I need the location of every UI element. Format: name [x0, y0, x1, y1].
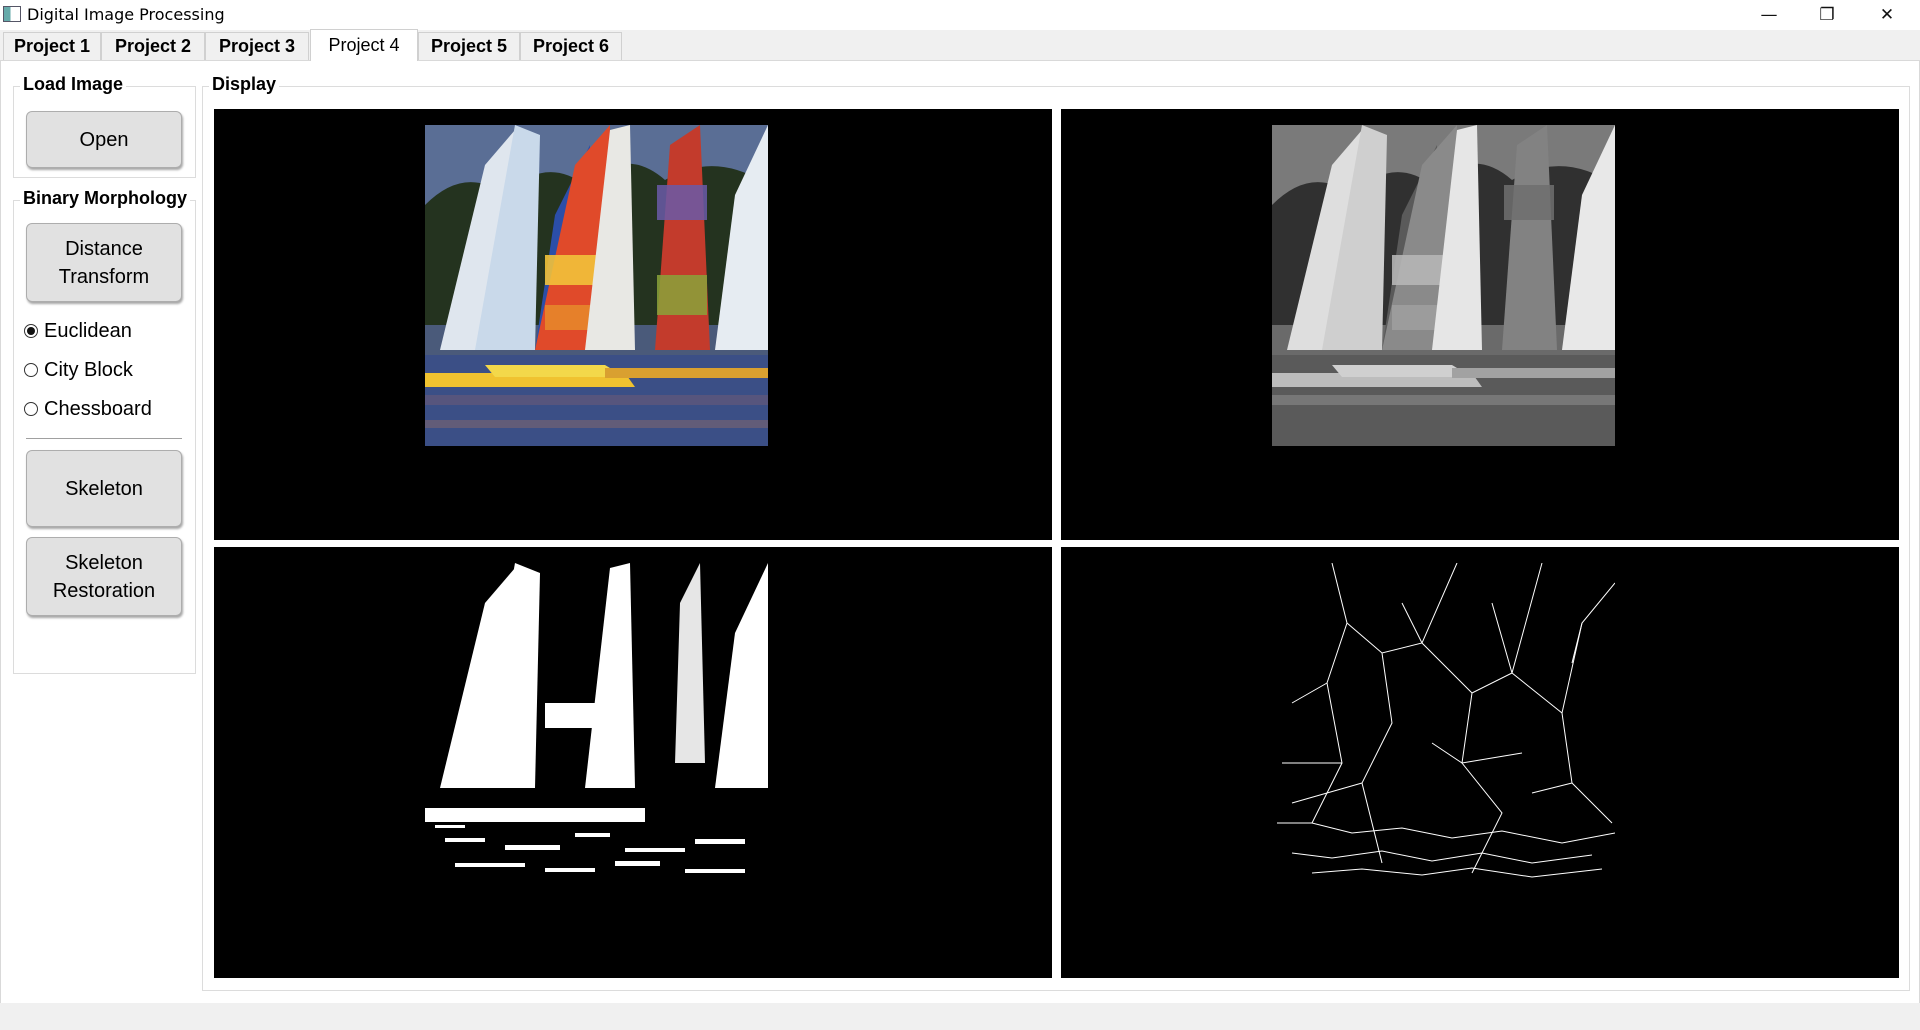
display-panel-top-right: [1061, 109, 1899, 540]
radio-city-block[interactable]: City Block: [24, 357, 133, 383]
open-button[interactable]: Open: [26, 111, 182, 168]
tab-project-6[interactable]: Project 6: [520, 32, 622, 60]
radio-city-block-indicator[interactable]: [24, 363, 38, 377]
tab-project-3[interactable]: Project 3: [205, 32, 309, 60]
separator-line: [26, 438, 182, 439]
tab-project-5[interactable]: Project 5: [418, 32, 520, 60]
restore-button[interactable]: ❐: [1798, 0, 1856, 30]
skeleton-restoration-button[interactable]: Skeleton Restoration: [26, 537, 182, 616]
display-panel-bottom-left: [214, 547, 1052, 978]
title-bar: Digital Image Processing — ❐ ✕: [0, 0, 1920, 30]
display-panel-top-left: [214, 109, 1052, 540]
binary-morphology-title: Binary Morphology: [20, 188, 191, 209]
tab-page-project-4: Load Image Open Binary Morphology Distan…: [0, 60, 1920, 1004]
radio-euclidean-label: Euclidean: [44, 319, 132, 342]
radio-euclidean-indicator[interactable]: [24, 324, 38, 338]
load-image-group: Load Image Open: [13, 74, 196, 178]
display-title: Display: [209, 74, 280, 95]
distance-transform-button[interactable]: Distance Transform: [26, 223, 182, 302]
tab-project-2[interactable]: Project 2: [101, 32, 205, 60]
radio-euclidean[interactable]: Euclidean: [24, 318, 132, 344]
minimize-button[interactable]: —: [1740, 0, 1798, 30]
binary-morphology-group: Binary Morphology Distance Transform Euc…: [13, 188, 196, 674]
close-button[interactable]: ✕: [1858, 0, 1916, 30]
skeleton-sailboats-image: [1272, 563, 1615, 884]
app-icon: [3, 6, 21, 22]
skeleton-button[interactable]: Skeleton: [26, 450, 182, 527]
tab-project-1[interactable]: Project 1: [3, 32, 101, 60]
tab-project-4[interactable]: Project 4: [310, 29, 418, 61]
display-panel-bottom-right: [1061, 547, 1899, 978]
radio-city-block-label: City Block: [44, 358, 133, 381]
binary-sailboats-image: [425, 563, 768, 884]
radio-chessboard[interactable]: Chessboard: [24, 396, 152, 422]
color-sailboats-image: [425, 125, 768, 446]
radio-chessboard-label: Chessboard: [44, 397, 152, 420]
radio-chessboard-indicator[interactable]: [24, 402, 38, 416]
grayscale-sailboats-image: [1272, 125, 1615, 446]
window-title: Digital Image Processing: [27, 5, 225, 24]
load-image-title: Load Image: [20, 74, 127, 95]
display-group: Display: [202, 74, 1910, 991]
status-bar: [0, 1003, 1920, 1030]
tab-bar: Project 1 Project 2 Project 3 Project 4 …: [0, 29, 1920, 61]
